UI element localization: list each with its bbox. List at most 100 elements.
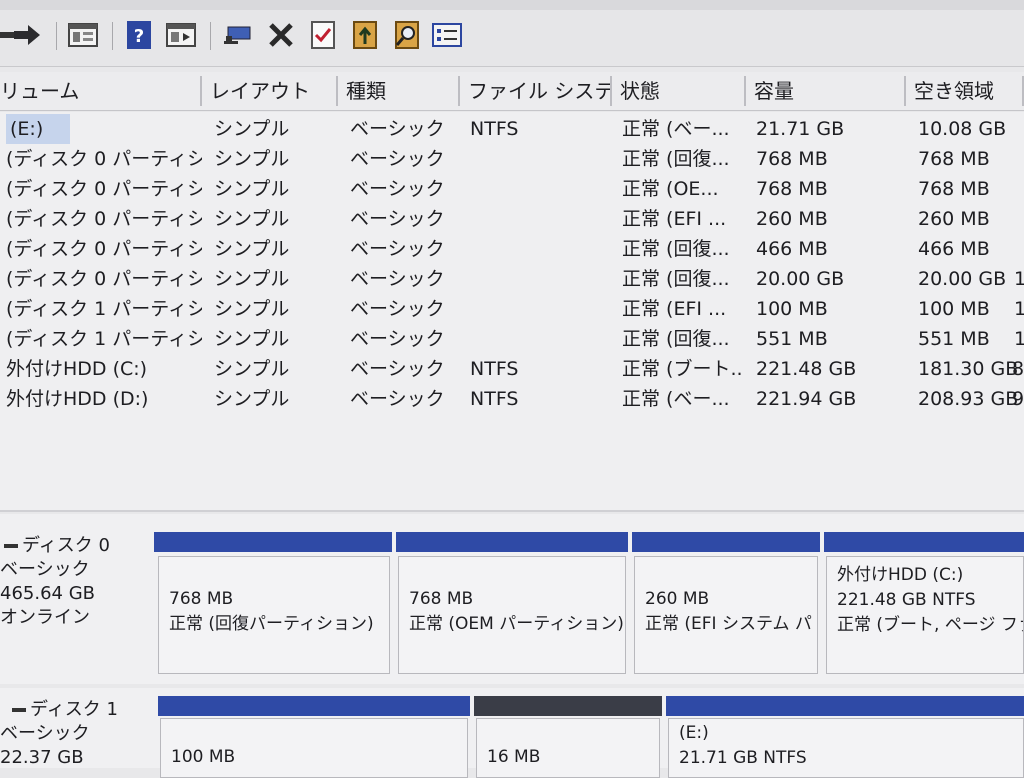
cell-extra: 1 — [1014, 298, 1024, 320]
cell-status: 正常 (OE... — [622, 178, 719, 200]
cell-free-space: 208.93 GB — [918, 388, 1019, 410]
disk-0-state: オンライン — [0, 607, 90, 628]
cell-volume: (ディスク 0 パーティシ... — [6, 238, 202, 260]
table-row[interactable]: (ディスク 0 パーティシ... シンプル ベーシック 正常 (EFI ... … — [0, 204, 1024, 234]
cell-capacity: 466 MB — [756, 238, 828, 260]
volume-list: (E:) シンプル ベーシック NTFS 正常 (ベー... 21.71 GB … — [0, 112, 1024, 512]
cell-free-space: 260 MB — [918, 208, 990, 230]
partition-title: 外付けHDD (C:) — [837, 565, 964, 585]
column-header-capacity[interactable]: 容量 — [746, 76, 906, 106]
console-icon[interactable] — [166, 20, 196, 50]
cell-volume: (ディスク 1 パーティシ... — [6, 298, 202, 320]
partition-size: 260 MB — [645, 589, 710, 609]
partition-size: 221.48 GB NTFS — [837, 590, 976, 610]
partition-status: 正常 (回復パーティション) — [169, 614, 374, 634]
forward-icon[interactable] — [12, 20, 42, 50]
cell-status: 正常 (EFI ... — [622, 298, 727, 320]
cell-type: ベーシック — [350, 118, 445, 140]
cell-extra: 94 — [1012, 388, 1024, 410]
partition-box[interactable]: 768 MB 正常 (回復パーティション) — [158, 556, 390, 674]
partition-bar — [154, 532, 392, 552]
disk-1-name: ディスク 1 — [30, 699, 118, 720]
disk-icon — [12, 708, 26, 712]
disk-0-panel: ディスク 0 ベーシック 465.64 GB オンライン 768 MB 正常 (… — [0, 514, 1024, 684]
pane-splitter[interactable] — [0, 510, 1024, 512]
disk-1-info[interactable]: ディスク 1 ベーシック 22.37 GB — [0, 698, 150, 770]
disk-0-kind: ベーシック — [0, 559, 90, 580]
cell-status: 正常 (回復... — [622, 328, 730, 350]
disk-1-name-row: ディスク 1 — [0, 698, 150, 722]
partition-bar — [632, 532, 820, 552]
cell-extra: 8. — [1012, 358, 1024, 380]
column-header-volume[interactable]: リューム — [0, 76, 202, 106]
cell-free-space: 20.00 GB — [918, 268, 1007, 290]
properties-icon[interactable] — [68, 20, 98, 50]
table-row[interactable]: (ディスク 0 パーティシ... シンプル ベーシック 正常 (回復... 46… — [0, 234, 1024, 264]
cell-layout: シンプル — [214, 268, 290, 290]
cell-layout: シンプル — [214, 148, 290, 170]
column-header-bar: リューム レイアウト 種類 ファイル システム 状態 容量 空き領域 — [0, 72, 1024, 111]
help-icon[interactable]: ? — [124, 20, 154, 50]
cell-volume: 外付けHDD (C:) — [6, 358, 148, 380]
search-icon[interactable] — [392, 20, 422, 50]
cell-volume: (ディスク 0 パーティシ... — [6, 268, 202, 290]
partition-size: 768 MB — [409, 589, 474, 609]
cell-layout: シンプル — [214, 208, 290, 230]
column-header-layout[interactable]: レイアウト — [202, 76, 338, 106]
cell-capacity: 20.00 GB — [756, 268, 845, 290]
cell-volume: 外付けHDD (D:) — [6, 388, 149, 410]
toolbar-separator — [210, 22, 211, 50]
cell-status: 正常 (回復... — [622, 268, 730, 290]
cell-layout: シンプル — [214, 388, 290, 410]
table-row[interactable]: (ディスク 0 パーティシ... シンプル ベーシック 正常 (回復... 76… — [0, 144, 1024, 174]
table-row[interactable]: 外付けHDD (C:) シンプル ベーシック NTFS 正常 (ブート... 2… — [0, 354, 1024, 384]
list-icon[interactable] — [432, 20, 462, 50]
column-header-filesystem[interactable]: ファイル システム — [460, 76, 612, 106]
cell-layout: シンプル — [214, 178, 290, 200]
cell-free-space: 551 MB — [918, 328, 990, 350]
cell-filesystem: NTFS — [470, 118, 519, 140]
disk-1-panel: ディスク 1 ベーシック 22.37 GB 100 MB 16 MB (E:) … — [0, 688, 1024, 778]
cell-type: ベーシック — [350, 328, 445, 350]
cell-capacity: 260 MB — [756, 208, 828, 230]
partition-box[interactable]: (E:) 21.71 GB NTFS — [668, 718, 1024, 778]
table-row[interactable]: 外付けHDD (D:) シンプル ベーシック NTFS 正常 (ベー... 22… — [0, 384, 1024, 414]
cell-type: ベーシック — [350, 148, 445, 170]
toolbar-separator — [56, 22, 57, 50]
disk-1-kind: ベーシック — [0, 723, 90, 744]
partition-box[interactable]: 外付けHDD (C:) 221.48 GB NTFS 正常 (ブート, ページ … — [826, 556, 1024, 674]
cell-type: ベーシック — [350, 298, 445, 320]
delete-icon[interactable] — [266, 20, 296, 50]
column-header-free-space[interactable]: 空き領域 — [906, 76, 1024, 106]
column-header-status[interactable]: 状態 — [612, 76, 746, 106]
disk-0-info[interactable]: ディスク 0 ベーシック 465.64 GB オンライン — [0, 534, 150, 630]
column-header-type[interactable]: 種類 — [338, 76, 460, 106]
partition-box[interactable]: 768 MB 正常 (OEM パーティション) — [398, 556, 626, 674]
svg-text:?: ? — [134, 26, 144, 47]
table-row[interactable]: (ディスク 0 パーティシ... シンプル ベーシック 正常 (回復... 20… — [0, 264, 1024, 294]
import-icon[interactable] — [350, 20, 380, 50]
cell-free-space: 181.30 GB — [918, 358, 1019, 380]
table-row[interactable]: (ディスク 0 パーティシ... シンプル ベーシック 正常 (OE... 76… — [0, 174, 1024, 204]
partition-status: 正常 (EFI システム パ — [645, 614, 812, 634]
cell-status: 正常 (ベー... — [622, 388, 730, 410]
partition-box[interactable]: 100 MB — [160, 718, 468, 778]
check-icon[interactable] — [308, 20, 338, 50]
table-row[interactable]: (ディスク 1 パーティシ... シンプル ベーシック 正常 (EFI ... … — [0, 294, 1024, 324]
partition-box[interactable]: 260 MB 正常 (EFI システム パ — [634, 556, 818, 674]
partition-size: 100 MB — [171, 747, 236, 767]
cell-volume: (ディスク 1 パーティシ... — [6, 328, 202, 350]
cell-free-space: 466 MB — [918, 238, 990, 260]
cell-free-space: 100 MB — [918, 298, 990, 320]
connect-icon[interactable] — [222, 20, 252, 50]
partition-size: 16 MB — [487, 747, 541, 767]
table-row[interactable]: (E:) シンプル ベーシック NTFS 正常 (ベー... 21.71 GB … — [0, 114, 1024, 144]
cell-status: 正常 (EFI ... — [622, 208, 727, 230]
partition-size: 768 MB — [169, 589, 234, 609]
cell-free-space: 768 MB — [918, 148, 990, 170]
table-row[interactable]: (ディスク 1 パーティシ... シンプル ベーシック 正常 (回復... 55… — [0, 324, 1024, 354]
partition-bar-reserved — [474, 696, 662, 716]
partition-box[interactable]: 16 MB — [476, 718, 660, 778]
cell-type: ベーシック — [350, 238, 445, 260]
cell-type: ベーシック — [350, 178, 445, 200]
